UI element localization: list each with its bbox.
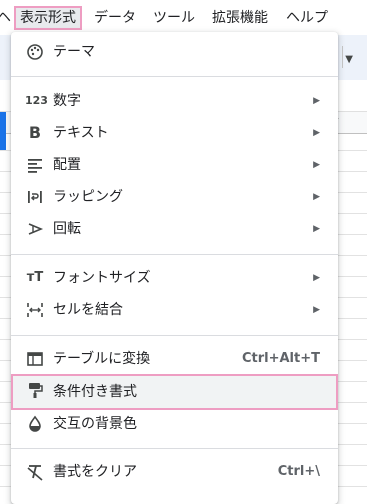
menubar-item-format[interactable]: 表示形式 [14, 6, 82, 30]
bold-icon: B [28, 123, 42, 142]
keyboard-shortcut: Ctrl+\ [277, 464, 320, 479]
menu-item-alternating-colors[interactable]: 交互の背景色 [11, 408, 338, 440]
keyboard-shortcut: Ctrl+Alt+T [241, 351, 320, 366]
submenu-arrow-icon: ▶ [313, 128, 320, 138]
menu-item-label: ラッピング [53, 189, 123, 205]
menu-item-label: 配置 [53, 157, 81, 173]
menu-item-label: セルを結合 [53, 302, 123, 318]
table-icon [25, 349, 45, 369]
menubar-item-tools[interactable]: ツール [153, 6, 195, 30]
menu-item-text[interactable]: B テキスト ▶ [11, 117, 338, 149]
menu-item-merge-cells[interactable]: セルを結合 ▶ [11, 294, 338, 326]
menu-item-label: フォントサイズ [53, 270, 151, 286]
menu-item-label: 数字 [53, 93, 81, 109]
menu-item-label: テーブルに変換 [53, 351, 151, 367]
menu-item-label: 条件付き書式 [53, 384, 137, 400]
text-wrap-icon [25, 187, 45, 207]
menu-item-conditional-formatting[interactable]: 条件付き書式 [11, 374, 338, 410]
submenu-arrow-icon: ▶ [313, 305, 320, 315]
submenu-arrow-icon: ▶ [313, 224, 320, 234]
menubar-item-help[interactable]: ヘルプ [286, 6, 328, 30]
selected-cell-indicator [0, 112, 6, 150]
menu-item-label: テーマ [53, 44, 95, 60]
menu-item-label: 書式をクリア [53, 464, 137, 480]
toolbar-dropdown-icon[interactable]: ▼ [345, 54, 353, 65]
menu-item-rotation[interactable]: 回転 ▶ [11, 213, 338, 245]
123-icon: 123 [25, 94, 48, 107]
submenu-arrow-icon: ▶ [313, 192, 320, 202]
fill-drop-icon [25, 414, 45, 434]
format-menu: テーマ 123 数字 ▶ B テキスト ▶ 配置 ▶ ラッピング ▶ 回転 ▶ … [11, 32, 338, 504]
menu-divider [11, 448, 338, 449]
palette-icon [25, 42, 45, 62]
menu-divider [11, 76, 338, 77]
toolbar-separator [342, 46, 343, 68]
menu-item-label: 交互の背景色 [53, 416, 137, 432]
submenu-arrow-icon: ▶ [313, 96, 320, 106]
menubar: ヘ 表示形式 データ ツール 拡張機能 ヘルプ [0, 0, 367, 35]
menu-divider [11, 335, 338, 336]
paint-roller-icon [25, 380, 45, 400]
menu-divider [11, 254, 338, 255]
menu-item-alignment[interactable]: 配置 ▶ [11, 149, 338, 181]
menu-item-theme[interactable]: テーマ [11, 36, 338, 68]
menu-item-label: テキスト [53, 125, 109, 141]
menubar-item-extensions[interactable]: 拡張機能 [212, 6, 268, 30]
menu-item-clear-formatting[interactable]: 書式をクリア Ctrl+\ [11, 456, 338, 488]
font-size-icon: тT [26, 270, 44, 285]
menu-item-number[interactable]: 123 数字 ▶ [11, 85, 338, 117]
menu-item-font-size[interactable]: тT フォントサイズ ▶ [11, 262, 338, 294]
align-left-icon [25, 155, 45, 175]
merge-cells-icon [25, 300, 45, 320]
menubar-item-partial[interactable]: ヘ [0, 6, 11, 30]
menubar-item-data[interactable]: データ [94, 6, 136, 30]
text-rotation-icon [25, 219, 45, 239]
submenu-arrow-icon: ▶ [313, 273, 320, 283]
clear-format-icon [25, 462, 45, 482]
menu-item-label: 回転 [53, 221, 81, 237]
submenu-arrow-icon: ▶ [313, 160, 320, 170]
menu-item-wrapping[interactable]: ラッピング ▶ [11, 181, 338, 213]
menu-item-convert-to-table[interactable]: テーブルに変換 Ctrl+Alt+T [11, 343, 338, 375]
